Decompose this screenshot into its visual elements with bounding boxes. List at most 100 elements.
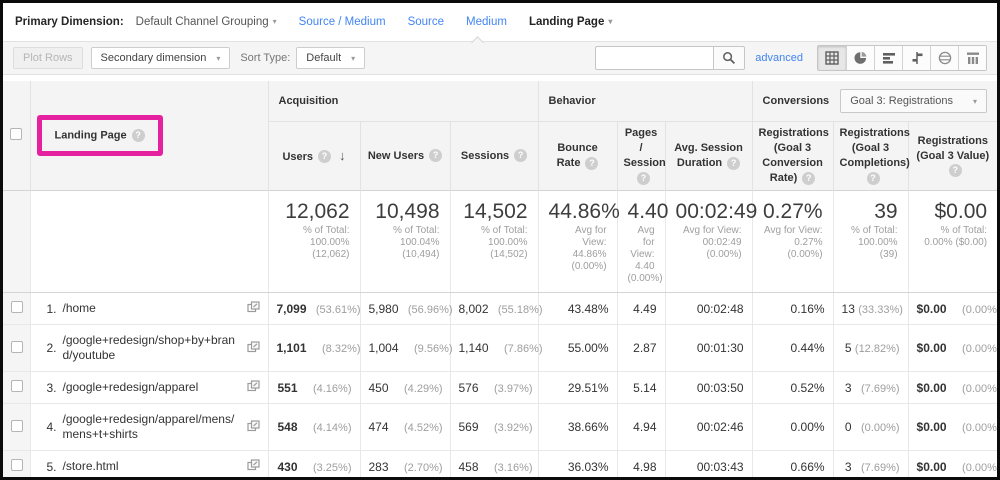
- view-performance-button[interactable]: [874, 46, 902, 70]
- avg-duration-cell: 00:02:48: [664, 292, 753, 325]
- column-header-pages-session[interactable]: Pages / Session?: [616, 121, 666, 191]
- landing-page-highlight-box: Landing Page?: [36, 115, 163, 156]
- avg-duration-cell: 00:03:50: [664, 371, 753, 404]
- row-checkbox[interactable]: [11, 459, 23, 471]
- summary-avg-duration: 00:02:49 Avg for View: 00:02:49 (0.00%): [664, 190, 757, 293]
- open-in-new-icon[interactable]: [246, 419, 260, 435]
- summary-row: 12,062% of Total: 100.00% (12,062) 10,49…: [3, 190, 997, 293]
- conv-rate-cell: 0.52%: [751, 371, 834, 404]
- sessions-cell: 8,002 (55.18%): [449, 292, 543, 325]
- open-in-new-icon[interactable]: [246, 459, 260, 474]
- help-icon[interactable]: ?: [318, 150, 332, 164]
- help-icon[interactable]: ?: [866, 171, 880, 185]
- help-icon[interactable]: ?: [637, 171, 651, 185]
- open-in-new-icon[interactable]: [246, 340, 260, 356]
- goal-value-cell: $0.00 (0.00%): [907, 324, 997, 372]
- landing-page-cell: 5. /store.html: [29, 450, 268, 477]
- sort-type-label: Sort Type:: [240, 52, 291, 64]
- users-cell: 430 (3.25%): [267, 450, 360, 477]
- table-row: 5. /store.html 430 (3.25%) 283 (2.70%) 458…: [3, 450, 997, 477]
- row-number: 4.: [46, 420, 57, 434]
- avg-duration-cell: 00:02:46: [664, 403, 753, 451]
- open-in-new-icon[interactable]: [246, 301, 260, 316]
- users-cell: 551 (4.16%): [267, 371, 360, 404]
- dimension-link-medium[interactable]: Medium: [466, 16, 507, 28]
- landing-page-path: /google+redesign/shop+by+brand/youtube: [62, 333, 235, 362]
- chevron-down-icon: ▾: [351, 53, 356, 63]
- help-icon[interactable]: ?: [727, 156, 741, 170]
- row-checkbox[interactable]: [11, 380, 23, 392]
- help-icon[interactable]: ?: [429, 149, 443, 163]
- help-icon[interactable]: ?: [131, 129, 145, 142]
- select-all-checkbox[interactable]: [10, 128, 23, 140]
- report-toolbar: Plot Rows Secondary dimension ▾ Sort Type…: [3, 41, 997, 75]
- open-in-new-icon[interactable]: [246, 380, 260, 395]
- avg-duration-cell: 00:01:30: [664, 324, 753, 372]
- help-icon[interactable]: ?: [585, 156, 599, 170]
- column-header-sessions[interactable]: Sessions?: [449, 121, 539, 191]
- sessions-cell: 576 (3.97%): [449, 371, 539, 404]
- advanced-search-link[interactable]: advanced: [755, 52, 803, 64]
- completions-cell: 5 (12.82%): [832, 324, 909, 372]
- search-button[interactable]: [713, 46, 746, 70]
- sort-type-dropdown[interactable]: Default ▾: [296, 47, 366, 69]
- summary-conv-rate: 0.27% Avg for View: 0.27% (0.00%): [751, 190, 834, 293]
- summary-checkbox-cell: [3, 190, 30, 293]
- help-icon[interactable]: ?: [802, 171, 816, 185]
- column-header-new-users[interactable]: New Users?: [359, 121, 450, 191]
- dimension-dropdown-default-channel-grouping[interactable]: Default Channel Grouping ▾: [136, 16, 277, 28]
- completions-cell: 13 (33.33%): [832, 292, 909, 325]
- landing-page-path: /home: [62, 301, 96, 315]
- table-body: 12,062% of Total: 100.00% (12,062) 10,49…: [3, 190, 997, 477]
- help-icon[interactable]: ?: [514, 149, 528, 163]
- new-users-cell: 5,980 (56.96%): [359, 292, 453, 325]
- summary-new-users: 10,498% of Total: 100.04% (10,494): [359, 190, 450, 293]
- users-cell: 1,101 (8.32%): [267, 324, 361, 372]
- view-table-button[interactable]: [818, 46, 846, 70]
- horizontal-bars-icon: [882, 53, 895, 64]
- summary-users: 12,062% of Total: 100.00% (12,062): [267, 190, 360, 293]
- column-header-goal-conversion-rate[interactable]: Registrations (Goal 3 Conversion Rate)?: [751, 121, 834, 191]
- view-pivot-button[interactable]: [958, 46, 986, 70]
- row-checkbox[interactable]: [11, 340, 23, 353]
- row-checkbox[interactable]: [11, 419, 23, 432]
- landing-page-header[interactable]: Landing Page?: [29, 81, 268, 191]
- help-icon[interactable]: ?: [948, 164, 962, 178]
- secondary-dimension-dropdown[interactable]: Secondary dimension ▾: [90, 47, 231, 69]
- search-input[interactable]: [595, 46, 714, 70]
- summary-landing-page-cell: [29, 190, 268, 293]
- view-percentage-button[interactable]: [846, 46, 874, 70]
- bounce-rate-cell: 36.03%: [537, 450, 618, 477]
- landing-page-path: /google+redesign/apparel/mens/mens+t+shi…: [62, 412, 235, 441]
- row-checkbox-cell: [3, 324, 30, 372]
- comparison-bars-icon: [912, 52, 922, 64]
- dimension-link-source[interactable]: Source: [408, 16, 444, 28]
- landing-page-cell: 3. /google+redesign/apparel: [29, 371, 268, 404]
- summary-sessions: 14,502% of Total: 100.00% (14,502): [449, 190, 539, 293]
- column-header-goal-value[interactable]: Registrations (Goal 3 Value)?: [907, 121, 997, 191]
- dimension-link-source-medium[interactable]: Source / Medium: [299, 16, 386, 28]
- table-row: 1. /home 7,099 (53.61%) 5,980 (56.96%) 8,0…: [3, 292, 997, 325]
- view-comparison-button[interactable]: [902, 46, 930, 70]
- column-header-users[interactable]: Users? ↓: [267, 121, 360, 191]
- bounce-rate-cell: 43.48%: [537, 292, 618, 325]
- sessions-cell: 569 (3.92%): [449, 403, 539, 451]
- column-header-avg-session-duration[interactable]: Avg. Session Duration?: [664, 121, 753, 191]
- landing-page-cell: 1. /home: [29, 292, 268, 325]
- group-conversions: Conversions Goal 3: Registrations ▾: [751, 81, 997, 122]
- dimension-tab-landing-page[interactable]: Landing Page ▾: [529, 16, 612, 28]
- chevron-down-icon: ▾: [608, 17, 613, 26]
- new-users-cell: 1,004 (9.56%): [359, 324, 453, 372]
- conv-rate-cell: 0.66%: [751, 450, 834, 477]
- plot-rows-button[interactable]: Plot Rows: [13, 47, 83, 69]
- report-window: Primary Dimension: Default Channel Group…: [0, 0, 1000, 480]
- row-checkbox[interactable]: [11, 301, 23, 313]
- goal-selector-dropdown[interactable]: Goal 3: Registrations ▾: [840, 89, 987, 113]
- column-header-goal-completions[interactable]: Registrations (Goal 3 Completions)?: [832, 121, 910, 191]
- pivot-table-icon: [966, 52, 979, 64]
- column-header-bounce-rate[interactable]: Bounce Rate?: [537, 121, 618, 191]
- users-cell: 7,099 (53.61%): [267, 292, 361, 325]
- row-checkbox-cell: [3, 292, 30, 325]
- row-checkbox-cell: [3, 403, 30, 451]
- view-term-cloud-button[interactable]: [930, 46, 958, 70]
